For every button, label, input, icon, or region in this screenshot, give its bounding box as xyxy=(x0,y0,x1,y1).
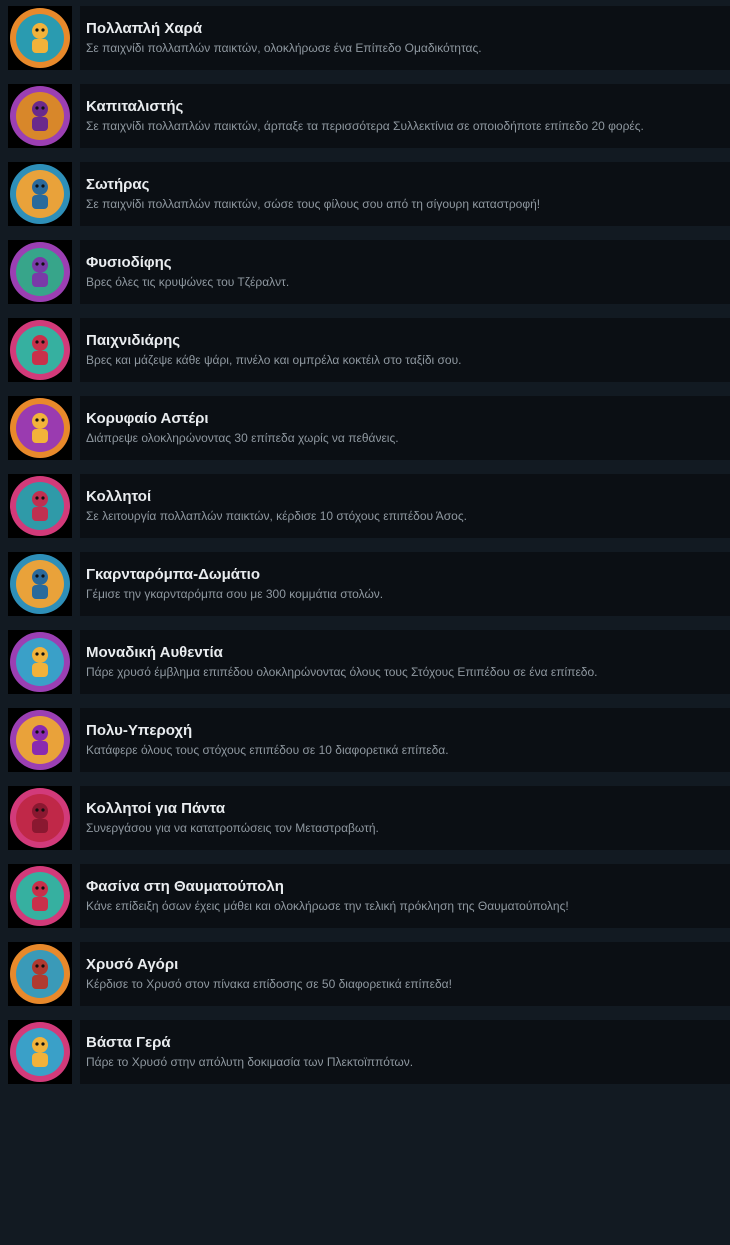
achievement-title: Κολλητοί για Πάντα xyxy=(86,800,226,817)
achievement-text: Φυσιοδίφης Βρες όλες τις κρυψώνες του Τζ… xyxy=(80,240,730,304)
top-star-badge-icon xyxy=(10,398,70,458)
achievement-title: Κολλητοί xyxy=(86,488,152,505)
savior-badge-icon xyxy=(10,164,70,224)
achievement-title: Φασίνα στη Θαυματούπολη xyxy=(86,878,284,895)
achievement-description: Πάρε χρυσό έμβλημα επιπέδου ολοκληρώνοντ… xyxy=(86,665,598,679)
achievement-description: Κάνε επίδειξη όσων έχεις μάθει και ολοκλ… xyxy=(86,899,569,913)
achievement-text: Πολυ-Υπεροχή Κατάφερε όλους τους στόχους… xyxy=(80,708,730,772)
unique-authority-badge-icon xyxy=(10,632,70,692)
achievement-icon-frame xyxy=(8,240,72,304)
wardrobe-room-badge-icon xyxy=(10,554,70,614)
achievement-icon-frame xyxy=(8,1020,72,1084)
achievement-description: Σε παιχνίδι πολλαπλών παικτών, σώσε τους… xyxy=(86,197,541,211)
achievement-description: Συνεργάσου για να κατατροπώσεις τον Μετα… xyxy=(86,821,379,835)
achievement-title: Μοναδική Αυθεντία xyxy=(86,644,223,661)
achievement-title: Κορυφαίο Αστέρι xyxy=(86,410,209,427)
achievement-icon-frame xyxy=(8,552,72,616)
achievement-icon-frame xyxy=(8,942,72,1006)
achievement-title: Γκαρνταρόμπα-Δωμάτιο xyxy=(86,566,261,583)
achievement-row[interactable]: Φυσιοδίφης Βρες όλες τις κρυψώνες του Τζ… xyxy=(0,240,730,304)
achievement-row[interactable]: Χρυσό Αγόρι Κέρδισε το Χρυσό στον πίνακα… xyxy=(0,942,730,1006)
achievement-description: Σε παιχνίδι πολλαπλών παικτών, άρπαξε τα… xyxy=(86,119,644,133)
achievement-text: Φασίνα στη Θαυματούπολη Κάνε επίδειξη όσ… xyxy=(80,864,730,928)
achievement-title: Παιχνιδιάρης xyxy=(86,332,181,349)
achievement-icon-frame xyxy=(8,84,72,148)
achievement-description: Σε παιχνίδι πολλαπλών παικτών, ολοκλήρωσ… xyxy=(86,41,482,55)
achievement-text: Μοναδική Αυθεντία Πάρε χρυσό έμβλημα επι… xyxy=(80,630,730,694)
achievement-title: Πολλαπλή Χαρά xyxy=(86,20,203,37)
achievement-description: Γέμισε την γκαρνταρόμπα σου με 300 κομμά… xyxy=(86,587,384,601)
achievement-text: Βάστα Γερά Πάρε το Χρυσό στην απόλυτη δο… xyxy=(80,1020,730,1084)
achievement-icon-frame xyxy=(8,318,72,382)
buddies-badge-icon xyxy=(10,476,70,536)
achievement-text: Χρυσό Αγόρι Κέρδισε το Χρυσό στον πίνακα… xyxy=(80,942,730,1006)
capitalist-badge-icon xyxy=(10,86,70,146)
achievement-text: Κολλητοί Σε λειτουργία πολλαπλών παικτών… xyxy=(80,474,730,538)
multi-excellence-badge-icon xyxy=(10,710,70,770)
multiplayer-joy-badge-icon xyxy=(10,8,70,68)
achievement-description: Βρες όλες τις κρυψώνες του Τζέραλντ. xyxy=(86,275,290,289)
achievement-description: Πάρε το Χρυσό στην απόλυτη δοκιμασία των… xyxy=(86,1055,414,1069)
achievement-icon-frame xyxy=(8,708,72,772)
achievement-icon-frame xyxy=(8,162,72,226)
achievement-description: Βρες και μάζεψε κάθε ψάρι, πινέλο και ομ… xyxy=(86,353,462,367)
achievement-list: Πολλαπλή Χαρά Σε παιχνίδι πολλαπλών παικ… xyxy=(0,6,730,1098)
achievement-text: Σωτήρας Σε παιχνίδι πολλαπλών παικτών, σ… xyxy=(80,162,730,226)
achievement-row[interactable]: Μοναδική Αυθεντία Πάρε χρυσό έμβλημα επι… xyxy=(0,630,730,694)
achievement-icon-frame xyxy=(8,396,72,460)
golden-boy-badge-icon xyxy=(10,944,70,1004)
achievement-row[interactable]: Πολυ-Υπεροχή Κατάφερε όλους τους στόχους… xyxy=(0,708,730,772)
achievement-row[interactable]: Σωτήρας Σε παιχνίδι πολλαπλών παικτών, σ… xyxy=(0,162,730,226)
achievement-row[interactable]: Κολλητοί Σε λειτουργία πολλαπλών παικτών… xyxy=(0,474,730,538)
achievement-row[interactable]: Παιχνιδιάρης Βρες και μάζεψε κάθε ψάρι, … xyxy=(0,318,730,382)
achievement-row[interactable]: Γκαρνταρόμπα-Δωμάτιο Γέμισε την γκαρνταρ… xyxy=(0,552,730,616)
achievement-icon-frame xyxy=(8,864,72,928)
achievement-row[interactable]: Φασίνα στη Θαυματούπολη Κάνε επίδειξη όσ… xyxy=(0,864,730,928)
achievement-row[interactable]: Καπιταλιστής Σε παιχνίδι πολλαπλών παικτ… xyxy=(0,84,730,148)
achievement-description: Κέρδισε το Χρυσό στον πίνακα επίδοσης σε… xyxy=(86,977,452,991)
achievement-text: Κορυφαίο Αστέρι Διάπρεψε ολοκληρώνοντας … xyxy=(80,396,730,460)
achievement-description: Κατάφερε όλους τους στόχους επιπέδου σε … xyxy=(86,743,449,757)
achievement-text: Καπιταλιστής Σε παιχνίδι πολλαπλών παικτ… xyxy=(80,84,730,148)
achievement-icon-frame xyxy=(8,786,72,850)
achievement-text: Γκαρνταρόμπα-Δωμάτιο Γέμισε την γκαρνταρ… xyxy=(80,552,730,616)
achievement-title: Σωτήρας xyxy=(86,176,150,193)
achievement-row[interactable]: Κορυφαίο Αστέρι Διάπρεψε ολοκληρώνοντας … xyxy=(0,396,730,460)
achievement-text: Πολλαπλή Χαρά Σε παιχνίδι πολλαπλών παικ… xyxy=(80,6,730,70)
achievement-row[interactable]: Πολλαπλή Χαρά Σε παιχνίδι πολλαπλών παικ… xyxy=(0,6,730,70)
wonderland-cleanup-badge-icon xyxy=(10,866,70,926)
hold-tight-badge-icon xyxy=(10,1022,70,1082)
playful-badge-icon xyxy=(10,320,70,380)
achievement-row[interactable]: Βάστα Γερά Πάρε το Χρυσό στην απόλυτη δο… xyxy=(0,1020,730,1084)
buddies-forever-badge-icon xyxy=(10,788,70,848)
achievement-title: Χρυσό Αγόρι xyxy=(86,956,179,973)
achievement-text: Κολλητοί για Πάντα Συνεργάσου για να κατ… xyxy=(80,786,730,850)
achievement-text: Παιχνιδιάρης Βρες και μάζεψε κάθε ψάρι, … xyxy=(80,318,730,382)
achievement-icon-frame xyxy=(8,6,72,70)
achievement-icon-frame xyxy=(8,630,72,694)
achievement-title: Φυσιοδίφης xyxy=(86,254,172,271)
achievement-row[interactable]: Κολλητοί για Πάντα Συνεργάσου για να κατ… xyxy=(0,786,730,850)
naturalist-badge-icon xyxy=(10,242,70,302)
achievement-title: Βάστα Γερά xyxy=(86,1034,171,1051)
achievement-title: Καπιταλιστής xyxy=(86,98,184,115)
achievement-description: Διάπρεψε ολοκληρώνοντας 30 επίπεδα χωρίς… xyxy=(86,431,399,445)
achievement-description: Σε λειτουργία πολλαπλών παικτών, κέρδισε… xyxy=(86,509,467,523)
achievement-title: Πολυ-Υπεροχή xyxy=(86,722,193,739)
achievement-icon-frame xyxy=(8,474,72,538)
